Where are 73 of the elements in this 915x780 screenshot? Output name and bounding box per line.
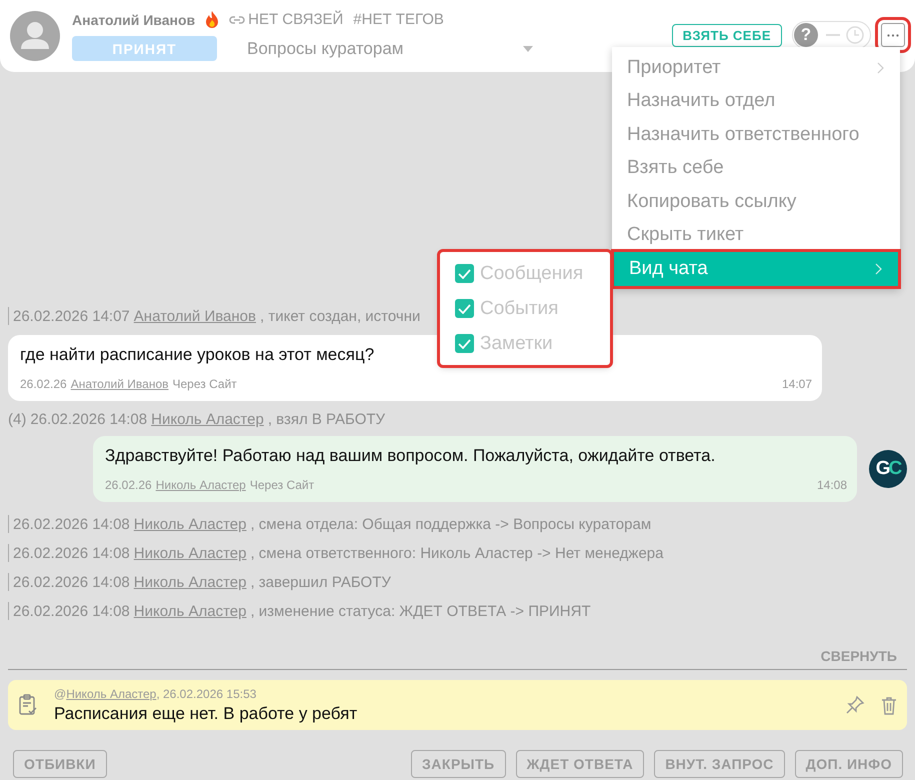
footer-button[interactable]: ЖДЕТ ОТВЕТА: [516, 750, 644, 778]
footer-button[interactable]: ВНУТ. ЗАПРОС: [654, 750, 785, 778]
author-link[interactable]: Николь Аластер: [66, 686, 156, 700]
author-link[interactable]: Николь Аластер: [134, 574, 246, 590]
event-datetime: 26.02.2026 14:08: [13, 574, 130, 590]
checkmark-icon: [458, 338, 471, 348]
user-avatar-icon: [10, 11, 60, 61]
message-text: где найти расписание уроков на этот месяц?: [20, 345, 376, 365]
take-button[interactable]: ВЗЯТЬ СЕБЕ: [672, 24, 782, 46]
note-text: Расписания еще нет. В работе у ребят: [54, 704, 358, 724]
checkbox[interactable]: [455, 334, 474, 353]
chevron-right-icon: [877, 62, 884, 74]
event-text: , смена ответственного: Николь Аластер -> Нет менеджера: [250, 544, 664, 562]
author-link[interactable]: Николь Аластер: [134, 544, 246, 562]
more-icon: [887, 34, 899, 36]
event-text: , изменение статуса: ЖДЕТ ОТВЕТА -> ПРИНЯТ: [250, 602, 591, 620]
checkbox[interactable]: [455, 264, 474, 283]
message-time: 14:07: [782, 377, 812, 391]
initials-avatar: GC: [869, 450, 907, 488]
event-count: (4): [8, 411, 26, 428]
event-datetime: 26.02.2026 14:07: [13, 308, 130, 324]
author-link[interactable]: Николь Аластер: [134, 516, 246, 532]
pin-icon[interactable]: [845, 695, 865, 715]
event-text: , завершил РАБОТУ: [250, 574, 391, 590]
menu-item[interactable]: Скрыть тикет: [612, 218, 900, 252]
checkmark-icon: [458, 304, 471, 314]
caret-icon: [523, 46, 534, 52]
message-source: Через Сайт: [250, 478, 314, 492]
footer-button[interactable]: ЗАКРЫТЬ: [411, 750, 506, 778]
link-icon: [229, 14, 246, 24]
author-link[interactable]: Анатолий Иванов: [70, 377, 168, 391]
menu-item[interactable]: Вид чата: [614, 252, 898, 286]
checkbox[interactable]: [455, 299, 474, 318]
menu-item[interactable]: Взять себе: [612, 152, 900, 185]
menu-item[interactable]: Копировать ссылку: [612, 185, 900, 218]
event-datetime: 26.02.2026 14:08: [30, 411, 148, 428]
event-text: , тикет создан, источни: [260, 308, 420, 324]
menu-item[interactable]: Приоритет: [612, 51, 900, 84]
help-icon: ?: [794, 23, 818, 47]
event-text: , смена отдела: Общая поддержка -> Вопросы кураторам: [250, 516, 652, 532]
footer-button[interactable]: ОТБИВКИ: [13, 750, 107, 778]
trash-icon[interactable]: [881, 696, 897, 714]
author-link[interactable]: Анатолий Иванов: [134, 308, 256, 324]
checkbox-label[interactable]: Сообщения: [480, 262, 584, 284]
customer-name: Анатолий Иванов: [72, 12, 196, 28]
event-text: , взял В РАБОТУ: [268, 411, 386, 428]
tags-label[interactable]: #НЕТ ТЕГОВ: [353, 11, 444, 28]
links-label[interactable]: НЕТ СВЯЗЕЙ: [248, 11, 344, 28]
menu-item[interactable]: Назначить отдел: [612, 84, 900, 118]
message-text: Здравствуйте! Работаю над вашим вопросом. Пожалуйста, ожидайте ответа.: [105, 446, 716, 466]
collapse-button[interactable]: СВЕРНУТЬ: [820, 648, 897, 664]
clipboard-check-icon: [18, 694, 38, 716]
event-datetime: 26.02.2026 14:08: [13, 544, 130, 562]
author-link[interactable]: Николь Аластер: [156, 478, 246, 492]
checkbox-label[interactable]: Заметки: [480, 332, 553, 354]
message-time: 14:08: [816, 478, 847, 492]
message-source: Через Сайт: [172, 377, 237, 391]
note-datetime: , 26.02.2026 15:53: [156, 686, 256, 700]
mention-sign: @: [54, 686, 66, 700]
checkmark-icon: [458, 268, 471, 278]
menu-item[interactable]: Назначить ответственного: [612, 118, 900, 152]
footer-button[interactable]: ДОП. ИНФО: [794, 750, 903, 778]
checkbox-label[interactable]: События: [480, 298, 558, 320]
fire-icon: [205, 11, 220, 28]
status-button[interactable]: ПРИНЯТ: [72, 36, 217, 61]
chevron-right-icon: [875, 262, 882, 275]
message-date: 26.02.26: [105, 478, 152, 492]
author-link[interactable]: Николь Аластер: [151, 411, 264, 428]
department-dropdown[interactable]: Вопросы кураторам: [247, 38, 534, 58]
event-datetime: 26.02.2026 14:08: [13, 602, 130, 620]
message-date: 26.02.26: [20, 377, 67, 391]
event-datetime: 26.02.2026 14:08: [13, 516, 130, 532]
author-link[interactable]: Николь Аластер: [134, 602, 246, 620]
